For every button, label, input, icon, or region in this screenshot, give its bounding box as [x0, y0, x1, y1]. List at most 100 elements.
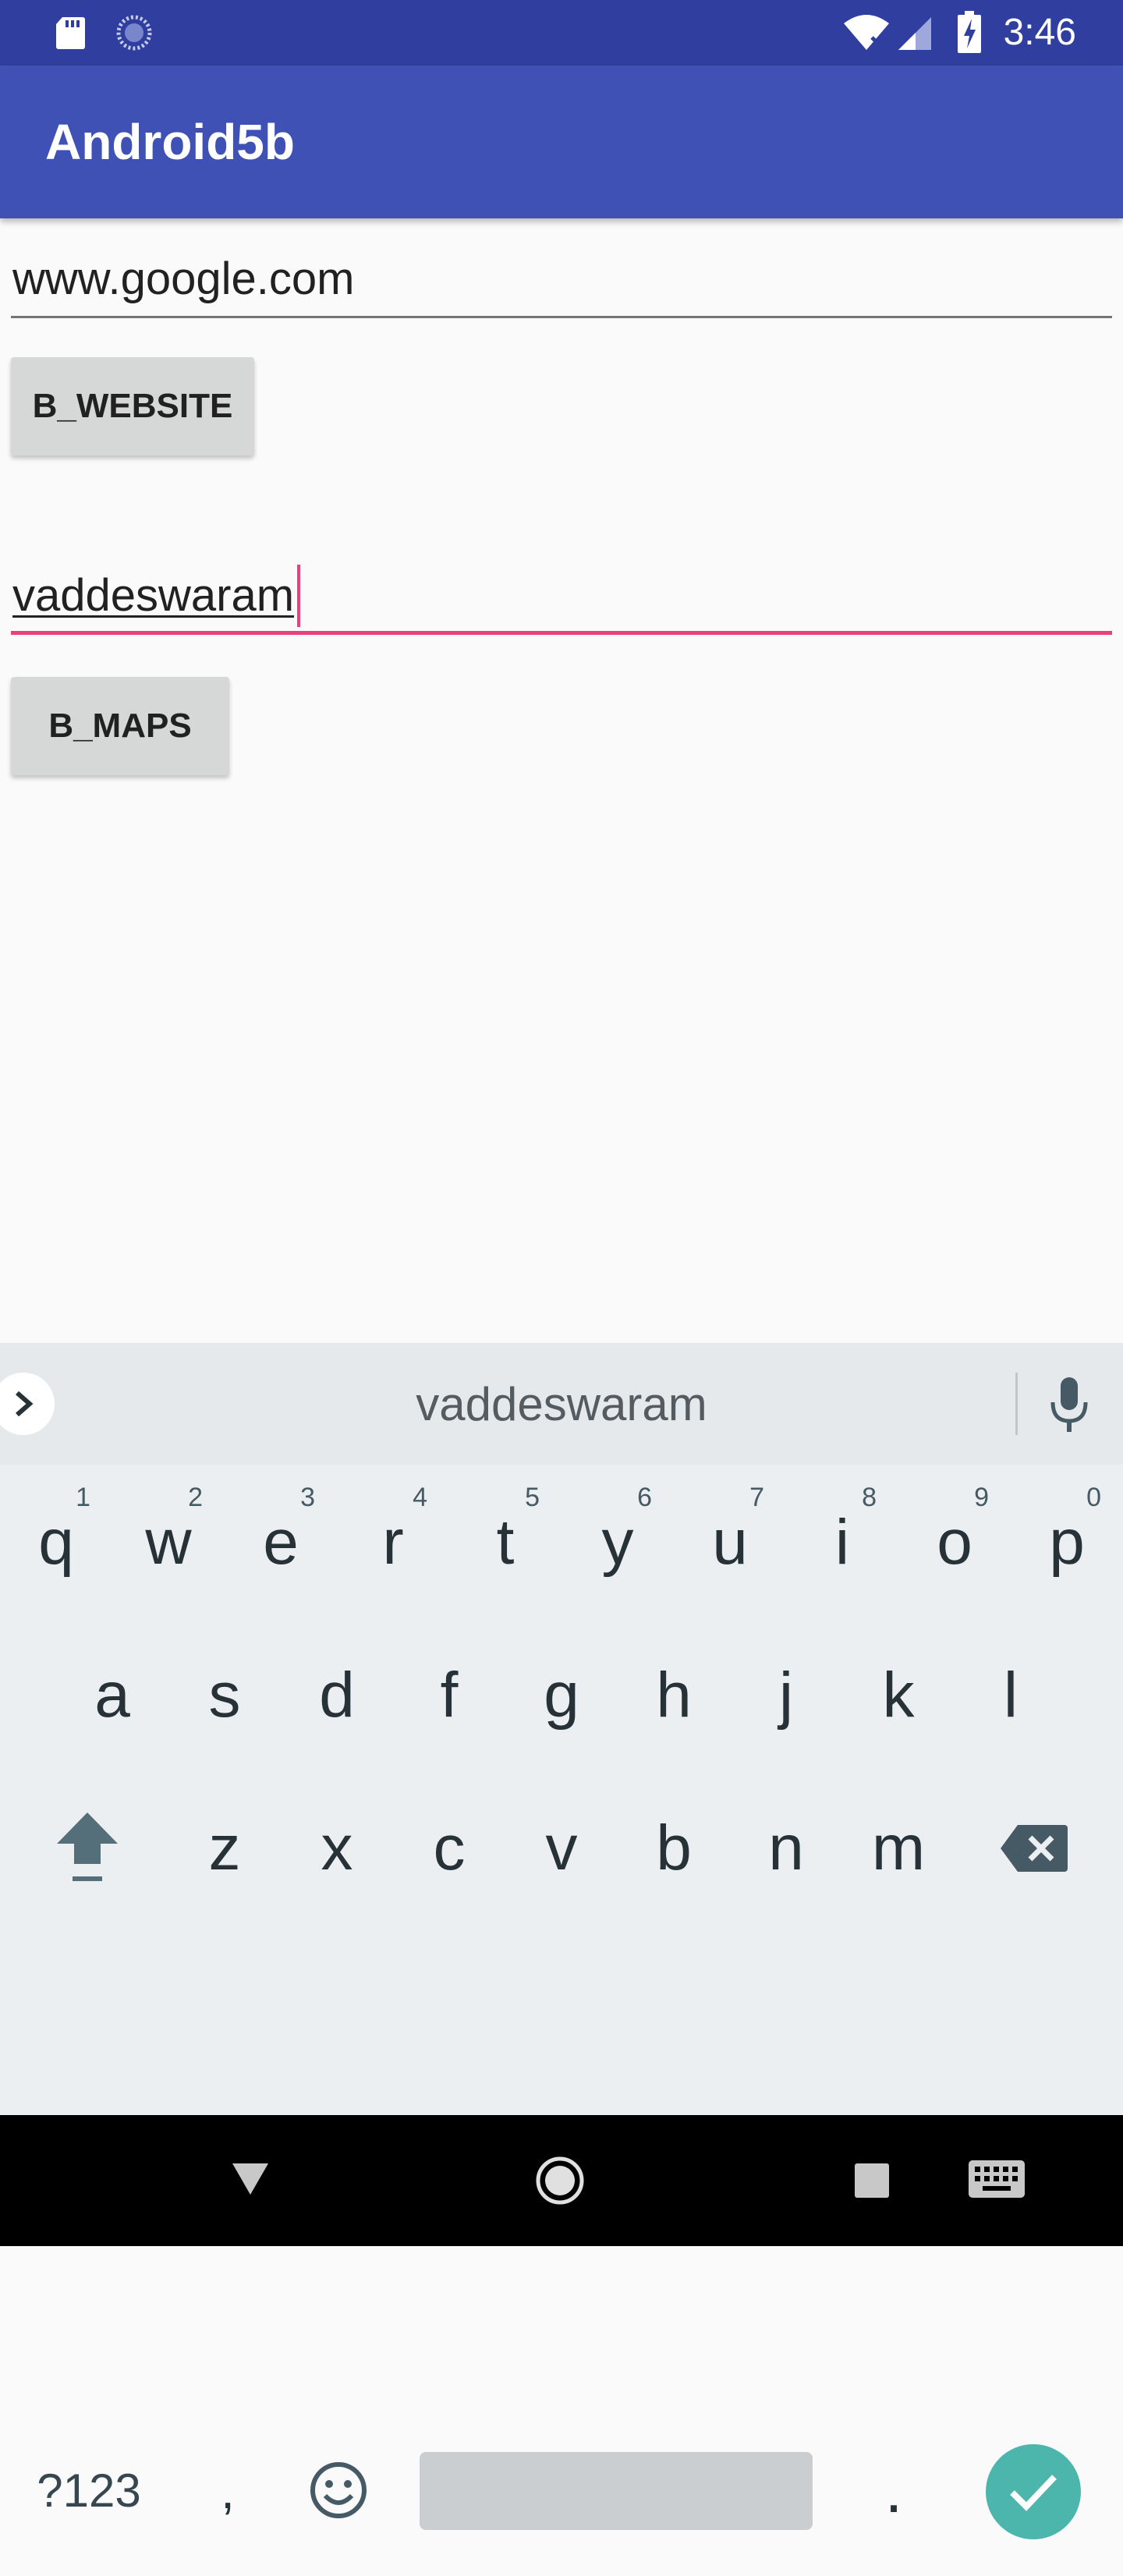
key-label: f [440, 1660, 459, 1731]
spacebar-key[interactable] [420, 2452, 813, 2530]
key-x[interactable]: x [281, 1770, 393, 1926]
app-bar: Android5b [0, 66, 1123, 218]
keyboard: ?123 , . q1w2e3r4t5y6u7i8o9p0asdfghjklzx… [0, 1465, 1123, 2539]
checkmark-icon [1010, 2475, 1057, 2511]
maps-input-text: vaddeswaram [12, 570, 295, 621]
key-label: n [768, 1812, 804, 1883]
maps-input[interactable]: vaddeswaram [11, 565, 1112, 635]
key-label: p [1049, 1507, 1085, 1578]
emoji-icon [310, 2462, 367, 2518]
key-z[interactable]: z [168, 1770, 281, 1926]
home-icon[interactable] [535, 2156, 585, 2206]
maps-button[interactable]: B_MAPS [11, 677, 229, 775]
key-label: g [544, 1660, 579, 1731]
key-c[interactable]: c [393, 1770, 505, 1926]
key-label: i [834, 1507, 850, 1578]
key-label: c [433, 1812, 466, 1883]
key-label: s [208, 1660, 241, 1731]
key-number-hint: 5 [525, 1483, 540, 1512]
key-label: d [319, 1660, 355, 1731]
key-label: r [382, 1507, 404, 1578]
key-s[interactable]: s [168, 1618, 281, 1773]
key-label: v [545, 1812, 578, 1883]
sd-card-icon [56, 17, 85, 49]
key-t[interactable]: t5 [449, 1465, 562, 1621]
key-l[interactable]: l [955, 1618, 1067, 1773]
key-number-hint: 1 [76, 1483, 90, 1512]
key-label: j [778, 1660, 794, 1731]
key-b[interactable]: b [618, 1770, 730, 1926]
navigation-bar [0, 2115, 1123, 2246]
recents-icon[interactable] [855, 2163, 889, 2198]
key-label: y [601, 1507, 634, 1578]
shift-icon [57, 1812, 118, 1881]
comma-key[interactable]: , [172, 2413, 284, 2569]
status-clock: 3:46 [1003, 12, 1076, 53]
key-label: t [496, 1507, 515, 1578]
key-number-hint: 8 [862, 1483, 877, 1512]
battery-charging-icon [958, 11, 981, 53]
key-v[interactable]: v [505, 1770, 618, 1926]
status-bar: 3:46 [0, 0, 1123, 66]
key-q[interactable]: q1 [0, 1465, 112, 1621]
period-key[interactable]: . [838, 2413, 950, 2569]
key-a[interactable]: a [56, 1618, 168, 1773]
key-number-hint: 0 [1086, 1483, 1101, 1512]
key-number-hint: 3 [300, 1483, 315, 1512]
key-r[interactable]: r4 [337, 1465, 449, 1621]
key-u[interactable]: u7 [674, 1465, 786, 1621]
key-label: z [208, 1812, 241, 1883]
key-label: w [145, 1507, 192, 1578]
suggestion-divider [1015, 1373, 1018, 1435]
signal-icon [898, 17, 931, 50]
symbols-key[interactable]: ?123 [19, 2413, 159, 2569]
key-f[interactable]: f [393, 1618, 505, 1773]
key-label: k [882, 1660, 915, 1731]
key-i[interactable]: i8 [786, 1465, 898, 1621]
key-label: u [712, 1507, 748, 1578]
key-k[interactable]: k [842, 1618, 955, 1773]
key-label: x [321, 1812, 353, 1883]
key-label: e [263, 1507, 299, 1578]
key-d[interactable]: d [281, 1618, 393, 1773]
emoji-key[interactable] [282, 2413, 395, 2569]
website-button[interactable]: B_WEBSITE [11, 357, 254, 455]
key-number-hint: 9 [974, 1483, 989, 1512]
key-j[interactable]: j [730, 1618, 842, 1773]
key-y[interactable]: y6 [562, 1465, 674, 1621]
wifi-icon [844, 15, 889, 50]
key-label: m [871, 1812, 926, 1883]
key-w[interactable]: w2 [112, 1465, 225, 1621]
key-label: a [94, 1660, 130, 1731]
key-g[interactable]: g [505, 1618, 618, 1773]
key-label: o [937, 1507, 972, 1578]
keyboard-switch-icon[interactable] [969, 2160, 1025, 2201]
key-label: b [656, 1812, 692, 1883]
key-n[interactable]: n [730, 1770, 842, 1926]
text-cursor [297, 565, 301, 627]
sync-icon [116, 15, 152, 51]
backspace-key[interactable] [978, 1770, 1090, 1926]
key-m[interactable]: m [842, 1770, 955, 1926]
shift-key[interactable] [31, 1770, 143, 1926]
key-number-hint: 4 [413, 1483, 427, 1512]
microphone-icon[interactable] [1050, 1377, 1089, 1433]
back-icon[interactable] [231, 2160, 270, 2198]
backspace-icon [1001, 1825, 1068, 1872]
key-e[interactable]: e3 [225, 1465, 337, 1621]
key-number-hint: 2 [188, 1483, 203, 1512]
suggestion-word[interactable]: vaddeswaram [0, 1377, 1123, 1432]
suggestion-strip: vaddeswaram [0, 1343, 1123, 1465]
url-input-text: www.google.com [12, 253, 355, 304]
key-label: q [38, 1507, 74, 1578]
key-number-hint: 7 [749, 1483, 764, 1512]
done-key[interactable] [986, 2444, 1081, 2539]
key-h[interactable]: h [618, 1618, 730, 1773]
key-number-hint: 6 [637, 1483, 652, 1512]
key-p[interactable]: p0 [1011, 1465, 1123, 1621]
key-o[interactable]: o9 [898, 1465, 1011, 1621]
app-title: Android5b [45, 114, 295, 170]
key-label: l [1003, 1660, 1018, 1731]
key-label: h [656, 1660, 692, 1731]
url-input[interactable]: www.google.com [11, 248, 1112, 318]
